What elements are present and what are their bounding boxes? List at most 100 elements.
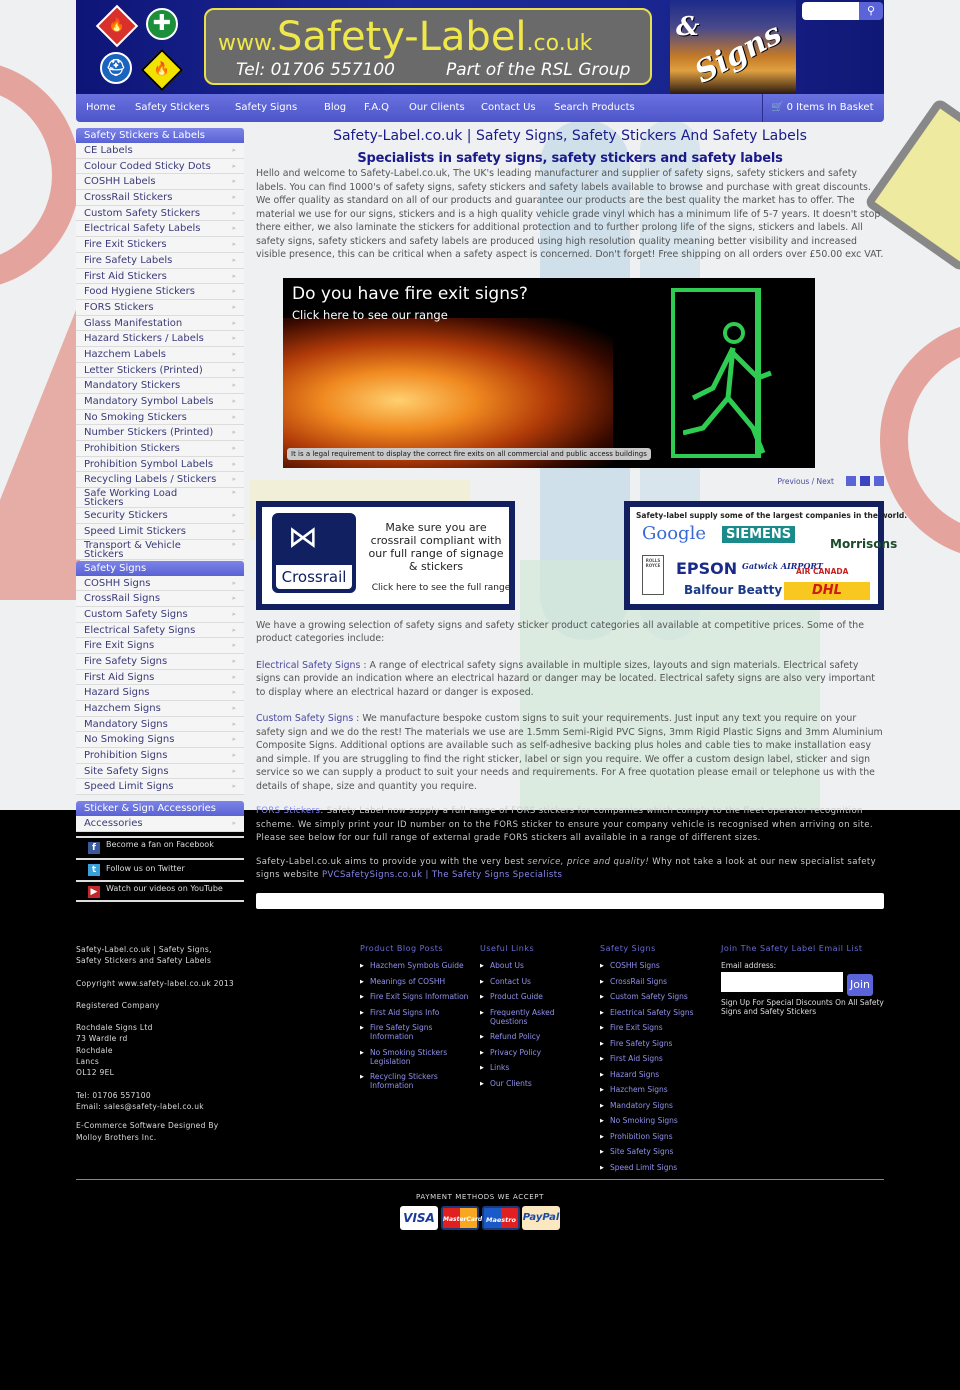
sidebar-item[interactable]: Mandatory Signs ▸ [76,716,244,733]
footer-link[interactable]: Links [480,1063,560,1073]
sidebar-heading-signs[interactable]: Safety Signs [76,560,244,576]
footer-link[interactable]: Refund Policy [480,1032,560,1042]
nav-our-clients[interactable]: Our Clients [409,94,465,122]
sidebar-item[interactable]: Recycling Labels / Stickers ▸ [76,472,244,489]
sidebar-item[interactable]: Security Stickers ▸ [76,508,244,524]
footer-link[interactable]: Hazchem Symbols Guide [360,961,475,971]
join-button[interactable]: Join [847,974,873,996]
sidebar-item[interactable]: Mandatory Stickers ▸ [76,378,244,394]
pager-prev-next[interactable]: Previous / Next [778,477,834,486]
custom-safety-signs-link[interactable]: Custom Safety Signs [256,713,353,724]
sidebar-item[interactable]: CrossRail Signs ▸ [76,591,244,607]
sidebar-item[interactable]: Mandatory Symbol Labels ▸ [76,394,244,410]
fire-exit-banner[interactable]: Do you have fire exit signs? Click here … [283,277,815,468]
social-youtube[interactable]: ▶ Watch our videos on YouTube [76,879,244,902]
social-facebook[interactable]: f Become a fan on Facebook [76,835,244,858]
sidebar-item[interactable]: Hazchem Signs ▸ [76,701,244,717]
sidebar-item[interactable]: Prohibition Signs ▸ [76,748,244,764]
footer-link[interactable]: First Aid Signs Info [360,1008,475,1018]
sidebar-item[interactable]: Number Stickers (Printed) ▸ [76,425,244,442]
footer-link[interactable]: Fire Safety Signs Information [360,1023,475,1041]
sidebar-item[interactable]: Fire Exit Stickers ▸ [76,237,244,253]
nav-faq[interactable]: F.A.Q [364,94,389,122]
pager-dot-2[interactable] [860,475,870,486]
social-twitter[interactable]: t Follow us on Twitter [76,857,244,880]
sidebar-item[interactable]: CE Labels ▸ [76,143,244,159]
sidebar-item[interactable]: Site Safety Signs ▸ [76,763,244,780]
footer-link[interactable]: Mandatory Signs [600,1101,710,1111]
sidebar-item[interactable]: Speed Limit Stickers ▸ [76,523,244,540]
fors-stickers-link[interactable]: FORS Stickers [256,806,320,816]
footer-link[interactable]: Frequently Asked Questions [480,1008,560,1026]
sidebar-item[interactable]: Prohibition Symbol Labels ▸ [76,456,244,473]
footer-link[interactable]: COSHH Signs [600,961,710,971]
sidebar-item[interactable]: Electrical Safety Labels ▸ [76,221,244,238]
nav-search-products[interactable]: Search Products [554,94,635,122]
search-button[interactable]: ⚲ [859,2,883,20]
sidebar-item[interactable]: Fire Exit Signs ▸ [76,638,244,654]
clients-promo[interactable]: Safety-label supply some of the largest … [624,500,907,610]
nav-contact-us[interactable]: Contact Us [481,94,536,122]
sidebar-item[interactable]: First Aid Signs ▸ [76,669,244,686]
sidebar-item[interactable]: Food Hygiene Stickers ▸ [76,284,244,300]
pvc-safety-signs-link[interactable]: PVCSafetySigns.co.uk | The Safety Signs … [322,870,562,880]
crossrail-promo[interactable]: ⋈ Crossrail Make sure you are crossrail … [256,500,516,610]
sidebar-item[interactable]: Custom Safety Signs ▸ [76,606,244,623]
basket-link[interactable]: 🛒 0 Items In Basket [762,94,884,122]
sidebar-item[interactable]: Letter Stickers (Printed) ▸ [76,362,244,379]
sidebar-item[interactable]: COSHH Labels ▸ [76,174,244,191]
footer-link[interactable]: Hazard Signs [600,1070,710,1080]
electrical-safety-signs-link[interactable]: Electrical Safety Signs [256,660,360,671]
site-logo[interactable]: www.Safety-Label.co.uk Tel: 01706 557100… [204,8,652,85]
nav-home[interactable]: Home [86,94,116,122]
footer-link[interactable]: Meanings of COSHH [360,977,475,987]
footer-link[interactable]: Prohibition Signs [600,1132,710,1142]
footer-email[interactable]: Email: sales@safety-label.co.uk [76,1101,236,1112]
sidebar-item[interactable]: Transport & Vehicle Stickers ▸ [76,539,244,560]
sidebar-item[interactable]: Fire Safety Signs ▸ [76,653,244,670]
footer-link[interactable]: Contact Us [480,977,560,987]
footer-link[interactable]: Fire Safety Signs [600,1039,710,1049]
footer-link[interactable]: Site Safety Signs [600,1147,710,1157]
footer-link[interactable]: First Aid Signs [600,1054,710,1064]
sidebar-item[interactable]: FORS Stickers ▸ [76,299,244,316]
sidebar-item[interactable]: No Smoking Stickers ▸ [76,409,244,426]
footer-link[interactable]: Electrical Safety Signs [600,1008,710,1018]
footer-link[interactable]: Privacy Policy [480,1048,560,1058]
footer-link[interactable]: No Smoking Signs [600,1116,710,1126]
sidebar-item[interactable]: Accessories ▸ [76,816,244,832]
sidebar-item[interactable]: Fire Safety Labels ▸ [76,252,244,269]
footer-link[interactable]: Recycling Stickers Information [360,1072,475,1090]
nav-safety-stickers[interactable]: Safety Stickers [135,94,210,122]
footer-link[interactable]: No Smoking Stickers Legislation [360,1048,475,1066]
footer-link[interactable]: About Us [480,961,560,971]
nav-safety-signs[interactable]: Safety Signs [235,94,297,122]
nav-blog[interactable]: Blog [324,94,346,122]
sidebar-heading-accessories[interactable]: Sticker & Sign Accessories [76,801,244,817]
crossrail-promo-link[interactable]: Click here to see the full range [366,583,516,593]
footer-link[interactable]: Fire Exit Signs [600,1023,710,1033]
sidebar-item[interactable]: Hazard Stickers / Labels ▸ [76,331,244,347]
sidebar-item[interactable]: First Aid Stickers ▸ [76,268,244,285]
footer-link[interactable]: CrossRail Signs [600,977,710,987]
pager-dot-3[interactable] [874,475,884,486]
sidebar-item[interactable]: Hazchem Labels ▸ [76,346,244,363]
sidebar-item[interactable]: COSHH Signs ▸ [76,575,244,592]
sidebar-item[interactable]: No Smoking Signs ▸ [76,732,244,749]
footer-link[interactable]: Hazchem Signs [600,1085,710,1095]
footer-link[interactable]: Our Clients [480,1079,560,1089]
footer-link[interactable]: Product Guide [480,992,560,1002]
sidebar-heading-stickers[interactable]: Safety Stickers & Labels [76,128,244,143]
footer-link[interactable]: Custom Safety Signs [600,992,710,1002]
footer-link[interactable]: Fire Exit Signs Information [360,992,475,1002]
sidebar-item[interactable]: Colour Coded Sticky Dots ▸ [76,158,244,175]
sidebar-item[interactable]: CrossRail Stickers ▸ [76,190,244,206]
sidebar-item[interactable]: Speed Limit Signs ▸ [76,779,244,796]
pager-dot-1[interactable] [846,475,856,486]
footer-link[interactable]: Speed Limit Signs [600,1163,710,1173]
sidebar-item[interactable]: Hazard Signs ▸ [76,685,244,701]
sidebar-item[interactable]: Electrical Safety Signs ▸ [76,622,244,639]
sidebar-item[interactable]: Glass Manifestation ▸ [76,315,244,332]
sidebar-item[interactable]: Prohibition Stickers ▸ [76,441,244,457]
sidebar-item[interactable]: Custom Safety Stickers ▸ [76,205,244,222]
